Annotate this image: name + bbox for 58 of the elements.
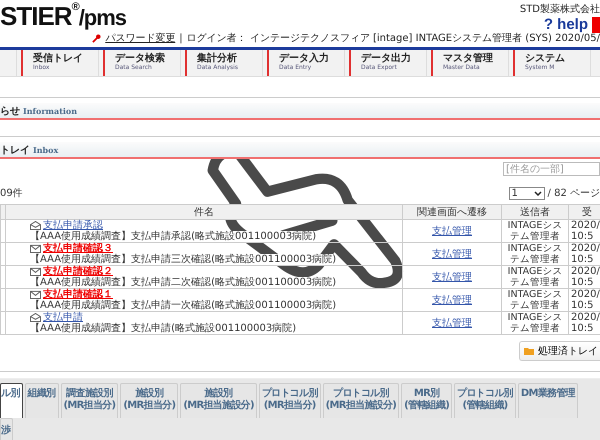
received-date: 2020/	[570, 289, 600, 300]
received-date: 2020/	[570, 243, 600, 254]
received-date: 2020/	[570, 312, 600, 323]
help-link[interactable]: ? help	[544, 16, 588, 33]
related-screen-link[interactable]: 支払管理	[432, 272, 472, 283]
related-screen-link[interactable]: 支払管理	[432, 318, 472, 329]
sender-cell-text: INTAGEシステム管理者	[506, 266, 564, 288]
chevron-down-icon	[534, 190, 542, 196]
separator: |	[179, 32, 183, 44]
message-title-link[interactable]: 支払申請確認３	[43, 243, 113, 254]
received-time: 10:5	[570, 277, 594, 288]
related-screen-link[interactable]: 支払管理	[432, 226, 472, 237]
section-title-en: Information	[23, 106, 78, 116]
tab[interactable]: 調査施設別 (MR担当分)	[60, 383, 118, 418]
tab[interactable]: プロトコル別 (管轄組織)	[454, 383, 516, 418]
tab[interactable]: 組織別	[24, 383, 59, 418]
folder-icon	[524, 347, 534, 355]
received-time: 10:5	[570, 323, 594, 334]
received-time: 10:5	[570, 300, 594, 311]
column-header: 送信者	[502, 204, 568, 220]
sender-cell-text: INTAGEシステム管理者	[506, 289, 564, 311]
section-title-en: Inbox	[33, 144, 58, 154]
password-change-link[interactable]: パスワード変更	[105, 31, 176, 45]
tab[interactable]: ル別	[0, 383, 23, 418]
received-time: 10:5	[570, 231, 594, 242]
key-icon	[92, 34, 102, 42]
column-header: 件名	[6, 204, 402, 220]
message-title-link[interactable]: 支払申請確認１	[43, 289, 113, 300]
message-title-link[interactable]: 支払申請	[43, 312, 83, 323]
processed-tray-button[interactable]: 処理済トレイ	[519, 341, 600, 361]
column-header: 受	[568, 204, 600, 220]
section-title: トレイ	[0, 144, 30, 156]
search-field[interactable]: [件名の一部]	[503, 162, 600, 176]
sender-cell-text: INTAGEシステム管理者	[506, 312, 564, 334]
tab[interactable]: プロトコル別 (MR担当施設分)	[322, 383, 400, 418]
received-date: 2020/	[570, 266, 600, 277]
logo: STIER$^{®}$/pms	[0, 0, 126, 28]
received-time: 10:5	[570, 254, 594, 265]
tab[interactable]: プロトコル別 (MR担当分)	[258, 383, 321, 418]
result-count: 09件	[0, 187, 23, 200]
section-title: らせ	[0, 104, 20, 118]
column-header: 関連画面へ遷移	[402, 204, 502, 220]
tab[interactable]: 施設別 (MR担当施設分)	[180, 383, 257, 418]
message-title-link[interactable]: 支払申請確認２	[43, 266, 113, 277]
received-date: 2020/	[570, 220, 600, 231]
tab[interactable]: DM業務管理	[518, 383, 578, 418]
related-screen-link[interactable]: 支払管理	[432, 295, 472, 306]
page-select[interactable]: 1	[508, 186, 545, 200]
sender-cell-text: INTAGEシステム管理者	[506, 243, 564, 265]
message-title-link[interactable]: 支払申請承認	[43, 220, 103, 231]
tab[interactable]: MR別 (管轄組織)	[401, 383, 452, 418]
related-screen-link[interactable]: 支払管理	[432, 249, 472, 260]
company-name: STD製薬株式会社	[520, 2, 600, 16]
login-info: ログイン者： インテージテクノスフィア [intage] INTAGEシステム管理者 (SYS) 2020/05/	[186, 32, 600, 45]
tab[interactable]: 施設別 (MR担当分)	[120, 383, 178, 418]
page-total: / 82 ページ	[548, 187, 600, 200]
tab[interactable]: 渉	[0, 418, 14, 440]
sender-cell-text: INTAGEシステム管理者	[506, 220, 564, 242]
